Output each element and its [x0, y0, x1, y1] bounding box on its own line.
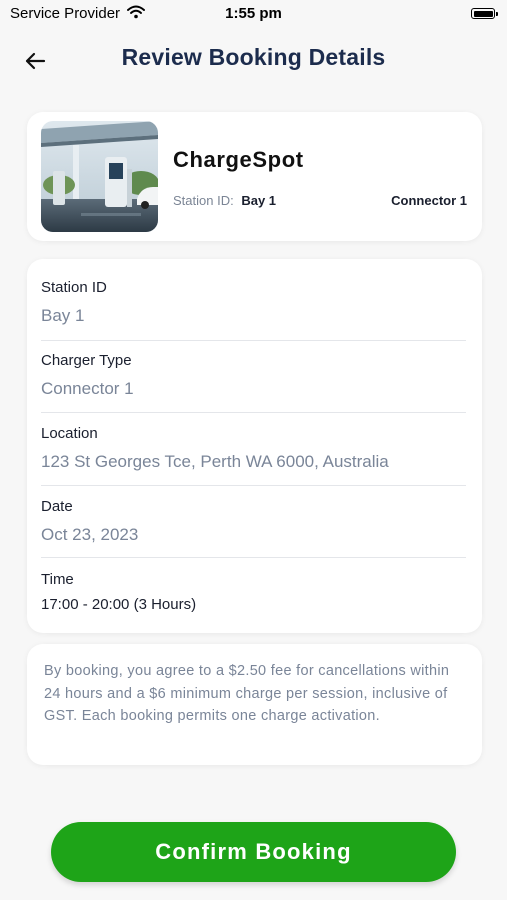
booking-details-card: Station ID Bay 1 Charger Type Connector … — [27, 259, 482, 633]
station-name: ChargeSpot — [173, 147, 304, 172]
station-id-line: Station ID: Bay 1 — [173, 193, 276, 208]
divider — [41, 340, 466, 341]
detail-label: Date — [41, 498, 73, 515]
divider — [41, 412, 466, 413]
divider — [41, 485, 466, 486]
detail-value: Connector 1 — [41, 379, 134, 398]
divider — [41, 557, 466, 558]
cancellation-notice-card: By booking, you agree to a $2.50 fee for… — [27, 644, 482, 765]
detail-row-location: Location 123 St Georges Tce, Perth WA 60… — [41, 425, 466, 472]
detail-value: Oct 23, 2023 — [41, 525, 139, 544]
connector-value: Connector 1 — [391, 193, 467, 208]
status-bar: Service Provider 1:55 pm — [0, 0, 507, 28]
station-id-value: Bay 1 — [241, 193, 277, 208]
detail-row-charger-type: Charger Type Connector 1 — [41, 352, 466, 399]
confirm-booking-button[interactable]: Confirm Booking — [51, 822, 456, 882]
battery-tip — [496, 12, 498, 16]
page-title: Review Booking Details — [121, 44, 386, 70]
detail-label: Station ID — [41, 279, 107, 296]
detail-label: Charger Type — [41, 352, 132, 369]
detail-row-station-id: Station ID Bay 1 — [41, 279, 466, 326]
cancellation-notice-text: By booking, you agree to a $2.50 fee for… — [44, 663, 450, 724]
booking-review-screen: Service Provider 1:55 pm Review Booking … — [0, 0, 507, 900]
station-thumbnail — [41, 121, 158, 232]
station-summary-card: ChargeSpot Station ID: Bay 1 Connector 1 — [27, 112, 482, 241]
detail-label: Location — [41, 425, 98, 442]
detail-label: Time — [41, 571, 74, 588]
detail-value: 17:00 - 20:00 (3 Hours) — [41, 596, 197, 613]
detail-value: Bay 1 — [41, 306, 85, 325]
station-id-label: Station ID: — [173, 193, 234, 208]
detail-row-time: Time 17:00 - 20:00 (3 Hours) — [41, 571, 466, 613]
detail-value: 123 St Georges Tce, Perth WA 6000, Austr… — [41, 452, 389, 471]
status-time: 1:55 pm — [225, 5, 282, 22]
detail-row-date: Date Oct 23, 2023 — [41, 498, 466, 545]
battery-icon — [471, 8, 495, 19]
